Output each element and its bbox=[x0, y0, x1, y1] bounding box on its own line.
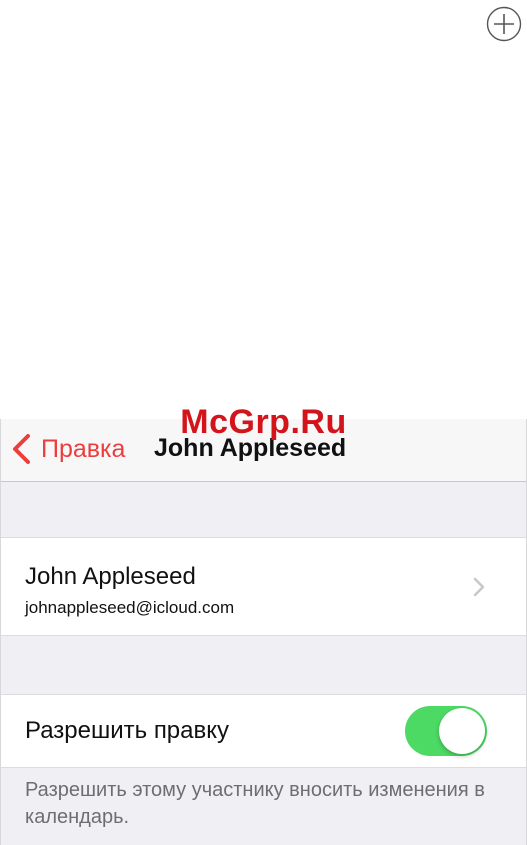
plus-circle-icon bbox=[486, 6, 522, 42]
contact-row[interactable]: John Appleseed johnappleseed@icloud.com bbox=[1, 537, 526, 636]
allow-edit-row: Разрешить правку bbox=[1, 694, 526, 768]
watermark: McGrp.Ru bbox=[180, 403, 347, 441]
screen: McGrp.Ru Правка John Appleseed John Appl… bbox=[0, 0, 527, 845]
allow-edit-description: Разрешить этому участнику вносить измене… bbox=[25, 779, 485, 828]
chevron-right-icon bbox=[473, 577, 485, 597]
allow-edit-switch[interactable] bbox=[405, 706, 487, 756]
add-button[interactable] bbox=[486, 6, 522, 42]
contact-email: johnappleseed@icloud.com bbox=[25, 598, 235, 617]
contact-name: John Appleseed bbox=[25, 563, 196, 590]
switch-knob bbox=[439, 708, 485, 754]
participant-settings-screen: Правка John Appleseed John Appleseed joh… bbox=[0, 419, 527, 845]
allow-edit-label: Разрешить правку bbox=[25, 717, 230, 744]
